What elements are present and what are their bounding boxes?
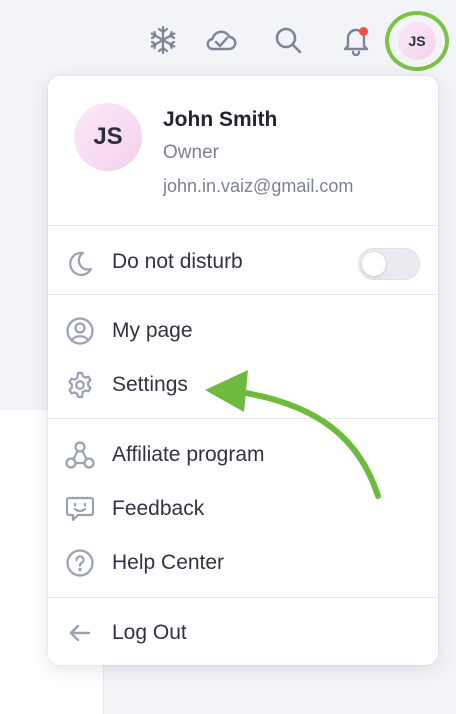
bell-icon[interactable] xyxy=(338,22,374,58)
settings-label: Settings xyxy=(112,373,188,396)
menu-item-log-out[interactable]: Log Out xyxy=(48,609,438,655)
feedback-label: Feedback xyxy=(112,497,205,520)
profile-email: john.in.vaiz@gmail.com xyxy=(163,176,354,196)
profile-avatar: JS xyxy=(74,103,142,171)
do-not-disturb-toggle[interactable] xyxy=(358,248,420,280)
network-icon xyxy=(64,439,96,471)
menu-item-help-center[interactable]: Help Center xyxy=(48,539,438,585)
my-page-label: My page xyxy=(112,319,193,342)
menu-item-affiliate-program[interactable]: Affiliate program xyxy=(48,431,438,477)
moon-icon xyxy=(64,248,96,280)
affiliate-program-label: Affiliate program xyxy=(112,443,265,466)
divider xyxy=(48,597,438,598)
feedback-icon xyxy=(64,493,96,525)
avatar: JS xyxy=(398,22,436,60)
snowflake-icon[interactable] xyxy=(145,22,181,58)
cloud-check-icon[interactable] xyxy=(203,22,239,58)
menu-item-settings[interactable]: Settings xyxy=(48,361,438,407)
menu-item-my-page[interactable]: My page xyxy=(48,307,438,353)
profile-header: JS John Smith Owner john.in.vaiz@gmail.c… xyxy=(48,76,438,225)
divider xyxy=(48,225,438,226)
search-icon[interactable] xyxy=(270,22,306,58)
divider xyxy=(48,418,438,419)
do-not-disturb-label: Do not disturb xyxy=(112,250,243,273)
avatar-button[interactable]: JS xyxy=(385,11,449,71)
gear-icon xyxy=(64,369,96,401)
divider xyxy=(48,294,438,295)
do-not-disturb-item: Do not disturb xyxy=(48,237,438,291)
help-icon xyxy=(64,547,96,579)
help-center-label: Help Center xyxy=(112,551,225,574)
notification-dot xyxy=(359,27,368,36)
toggle-knob xyxy=(362,252,386,276)
log-out-label: Log Out xyxy=(112,621,187,644)
menu-item-feedback[interactable]: Feedback xyxy=(48,485,438,531)
user-dropdown-menu: JS John Smith Owner john.in.vaiz@gmail.c… xyxy=(48,76,438,665)
profile-role: Owner xyxy=(163,142,219,163)
profile-name: John Smith xyxy=(163,108,278,131)
arrow-left-icon xyxy=(64,617,96,649)
user-circle-icon xyxy=(64,315,96,347)
